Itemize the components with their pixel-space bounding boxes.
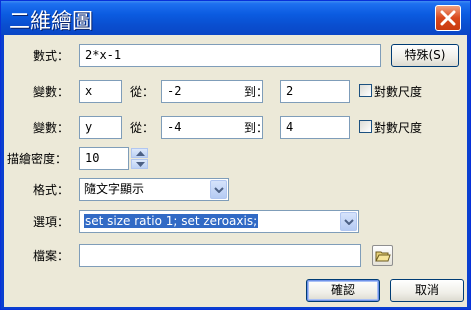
close-button[interactable] [435, 5, 461, 31]
var1-to-label: 到： [244, 85, 269, 99]
dialog-window: 二維繪圖 數式： 2*x-1 特殊(S) 變數： x 從： -2 到： 2 對數… [0, 0, 471, 310]
density-input[interactable]: 10 [79, 147, 129, 170]
var1-log-checkbox[interactable] [359, 84, 372, 97]
options-combobox[interactable]: set size ratio 1; set zeroaxis; [79, 210, 359, 233]
spin-up-button[interactable] [131, 148, 148, 158]
var1-from-label: 從： [130, 85, 155, 99]
file-label: 檔案： [33, 249, 70, 263]
options-selected-value: set size ratio 1; set zeroaxis; [84, 214, 259, 228]
format-selected-value: 隨文字顯示 [84, 182, 145, 196]
var2-log-label[interactable]: 對數尺度 [374, 121, 422, 135]
folder-open-icon [375, 251, 391, 262]
options-dropdown-button[interactable] [340, 212, 357, 231]
spin-down-button[interactable] [131, 159, 148, 169]
ok-button[interactable]: 確認 [306, 279, 380, 302]
density-label: 描繪密度： [7, 152, 68, 166]
expression-label: 數式： [33, 49, 70, 63]
var2-from-label: 從： [130, 121, 155, 135]
spin-down-icon [136, 162, 145, 167]
browse-file-button[interactable] [372, 245, 393, 266]
options-label: 選項： [33, 215, 70, 229]
var2-label: 變數： [33, 121, 70, 135]
var2-name-input[interactable]: y [79, 116, 122, 139]
file-input[interactable] [79, 244, 361, 267]
chevron-down-icon [344, 219, 354, 225]
close-icon [440, 10, 456, 26]
spin-up-icon [136, 151, 145, 156]
var2-to-input[interactable]: 4 [280, 116, 350, 139]
format-label: 格式： [33, 183, 70, 197]
var2-to-label: 到： [244, 121, 269, 135]
var2-log-checkbox[interactable] [359, 120, 372, 133]
format-dropdown-button[interactable] [210, 180, 227, 199]
cancel-button[interactable]: 取消 [390, 279, 464, 302]
var1-label: 變數： [33, 85, 70, 99]
special-button[interactable]: 特殊(S) [391, 44, 459, 67]
var1-log-label[interactable]: 對數尺度 [374, 85, 422, 99]
chevron-down-icon [214, 187, 224, 193]
format-select[interactable]: 隨文字顯示 [79, 178, 229, 201]
dialog-body: 數式： 2*x-1 特殊(S) 變數： x 從： -2 到： 2 對數尺度 變數… [4, 35, 467, 307]
density-spinner[interactable] [131, 148, 148, 169]
title-bar[interactable]: 二維繪圖 [1, 1, 470, 35]
window-title: 二維繪圖 [9, 9, 93, 33]
expression-input[interactable]: 2*x-1 [79, 44, 381, 67]
var1-name-input[interactable]: x [79, 80, 122, 103]
var1-to-input[interactable]: 2 [280, 80, 350, 103]
